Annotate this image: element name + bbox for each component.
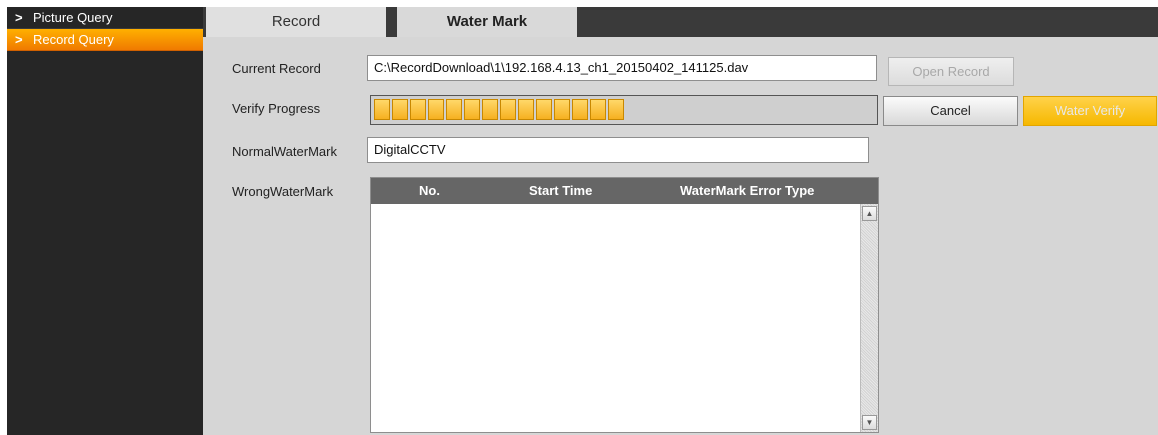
verify-progress-label: Verify Progress xyxy=(232,101,321,116)
scroll-down-icon[interactable]: ▼ xyxy=(862,415,877,430)
sidebar: > Picture Query > Record Query xyxy=(7,7,203,435)
watermark-panel: Current Record C:\RecordDownload\1\192.1… xyxy=(203,37,1158,435)
progress-segment xyxy=(608,99,624,120)
cancel-button[interactable]: Cancel xyxy=(883,96,1018,126)
tab-bar: Record Water Mark xyxy=(203,7,1158,37)
progress-segment xyxy=(410,99,426,120)
progress-segment xyxy=(392,99,408,120)
table-header: No. Start Time WaterMark Error Type xyxy=(371,178,878,204)
column-header-no: No. xyxy=(419,183,440,198)
current-record-label: Current Record xyxy=(232,61,321,76)
chevron-right-icon: > xyxy=(15,32,23,47)
sidebar-item-picture-query[interactable]: > Picture Query xyxy=(7,7,203,29)
column-header-error-type: WaterMark Error Type xyxy=(680,183,815,198)
sidebar-item-label: Picture Query xyxy=(33,10,113,25)
normal-watermark-field[interactable]: DigitalCCTV xyxy=(367,137,869,163)
progress-segment xyxy=(518,99,534,120)
water-verify-button[interactable]: Water Verify xyxy=(1023,96,1157,126)
progress-segment xyxy=(464,99,480,120)
progress-segment xyxy=(554,99,570,120)
wrong-watermark-label: WrongWaterMark xyxy=(232,184,334,199)
progress-segment xyxy=(590,99,606,120)
normal-watermark-label: NormalWaterMark xyxy=(232,144,337,159)
scroll-up-icon[interactable]: ▲ xyxy=(862,206,877,221)
sidebar-item-label: Record Query xyxy=(33,32,114,47)
wrong-watermark-table: No. Start Time WaterMark Error Type ▲ ▼ xyxy=(370,177,879,433)
chevron-right-icon: > xyxy=(15,10,23,25)
tab-water-mark[interactable]: Water Mark xyxy=(397,7,577,37)
sidebar-item-record-query[interactable]: > Record Query xyxy=(7,29,203,51)
tab-record[interactable]: Record xyxy=(206,7,386,37)
table-scrollbar[interactable]: ▲ ▼ xyxy=(860,204,878,432)
open-record-button[interactable]: Open Record xyxy=(888,57,1014,86)
progress-segment xyxy=(500,99,516,120)
progress-segment xyxy=(572,99,588,120)
progress-segment xyxy=(482,99,498,120)
verify-progress-bar xyxy=(370,95,878,125)
progress-segment xyxy=(374,99,390,120)
progress-segment xyxy=(428,99,444,120)
progress-segment xyxy=(536,99,552,120)
current-record-field[interactable]: C:\RecordDownload\1\192.168.4.13_ch1_201… xyxy=(367,55,877,81)
column-header-start-time: Start Time xyxy=(529,183,593,198)
progress-segment xyxy=(446,99,462,120)
